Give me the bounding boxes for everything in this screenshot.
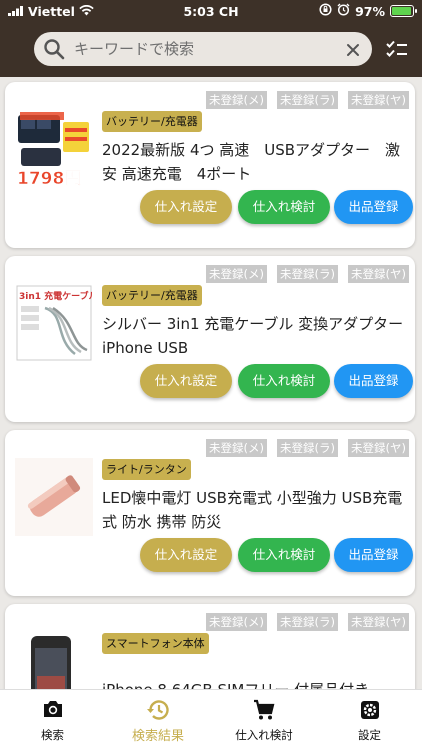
- listing-register-button[interactable]: 出品登録: [334, 364, 413, 398]
- badge-mercari: 未登録(メ): [206, 613, 268, 631]
- badge-yahoo: 未登録(ヤ): [348, 439, 409, 457]
- product-list: 未登録(メ) 未登録(ラ) 未登録(ヤ) 1798円 バッテリー/充電器 202…: [0, 77, 422, 689]
- purchase-setting-button[interactable]: 仕入れ設定: [140, 538, 232, 572]
- cart-icon: [253, 699, 275, 725]
- camera-icon: [42, 699, 64, 723]
- tab-label: 検索: [41, 728, 64, 742]
- settings-icon: [359, 699, 381, 725]
- price-tag: 1798円: [17, 169, 81, 188]
- category-tag: スマートフォン本体: [102, 633, 209, 654]
- thumb-caption: 3in1 充電ケーブル: [19, 290, 93, 302]
- tab-label: 設定: [358, 728, 381, 742]
- search-input[interactable]: [74, 32, 336, 66]
- bottom-tab-bar: 検索 検索結果 仕入れ検討 設定: [0, 689, 422, 750]
- search-icon[interactable]: [43, 38, 65, 64]
- product-title[interactable]: シルバー 3in1 充電ケーブル 変換アダプター iPhone USB: [102, 312, 414, 360]
- alarm-icon: [337, 3, 350, 19]
- battery-percent: 97%: [355, 3, 385, 19]
- marketplace-badges: 未登録(メ) 未登録(ラ) 未登録(ヤ): [206, 439, 409, 457]
- history-icon: [146, 699, 170, 725]
- badge-mercari: 未登録(メ): [206, 439, 268, 457]
- tab-settings[interactable]: 設定: [317, 690, 422, 750]
- badge-mercari: 未登録(メ): [206, 265, 268, 283]
- marketplace-badges: 未登録(メ) 未登録(ラ) 未登録(ヤ): [206, 265, 409, 283]
- product-card[interactable]: 未登録(メ) 未登録(ラ) 未登録(ヤ) 3in1 充電ケーブル バッテリー/充…: [5, 256, 415, 422]
- tab-purchase-review[interactable]: 仕入れ検討: [211, 690, 317, 750]
- clear-icon[interactable]: [346, 42, 360, 61]
- product-card[interactable]: 未登録(メ) 未登録(ラ) 未登録(ヤ) 1798円 バッテリー/充電器 202…: [5, 82, 415, 248]
- purchase-review-button[interactable]: 仕入れ検討: [238, 538, 330, 572]
- product-title[interactable]: 2022最新版 4つ 高速 USBアダプター 激安 高速充電 4ポート: [102, 138, 414, 186]
- header: [0, 22, 422, 77]
- product-card[interactable]: 未登録(メ) 未登録(ラ) 未登録(ヤ) スマートフォン本体 iPhone 8 …: [5, 604, 415, 689]
- badge-rakuma: 未登録(ラ): [277, 613, 339, 631]
- product-title[interactable]: iPhone 8 64GB SIMフリー 付属品付き: [102, 678, 414, 689]
- badge-yahoo: 未登録(ヤ): [348, 91, 409, 109]
- purchase-setting-button[interactable]: 仕入れ設定: [140, 364, 232, 398]
- checklist-icon[interactable]: [386, 40, 408, 62]
- listing-register-button[interactable]: 出品登録: [334, 538, 413, 572]
- status-bar: Viettel 5:03 CH 97%: [0, 0, 422, 22]
- badge-rakuma: 未登録(ラ): [277, 91, 339, 109]
- product-image[interactable]: [15, 458, 93, 536]
- category-tag: バッテリー/充電器: [102, 111, 202, 132]
- battery-fill: [392, 7, 412, 15]
- badge-yahoo: 未登録(ヤ): [348, 613, 409, 631]
- badge-rakuma: 未登録(ラ): [277, 439, 339, 457]
- badge-rakuma: 未登録(ラ): [277, 265, 339, 283]
- tab-search-results[interactable]: 検索結果: [105, 690, 211, 750]
- tab-label: 検索結果: [131, 729, 184, 744]
- category-tag: ライト/ランタン: [102, 459, 191, 480]
- purchase-review-button[interactable]: 仕入れ検討: [238, 364, 330, 398]
- tab-search[interactable]: 検索: [0, 690, 105, 750]
- product-image[interactable]: 3in1 充電ケーブル: [15, 284, 98, 362]
- badge-mercari: 未登録(メ): [206, 91, 268, 109]
- marketplace-badges: 未登録(メ) 未登録(ラ) 未登録(ヤ): [206, 91, 409, 109]
- listing-register-button[interactable]: 出品登録: [334, 190, 413, 224]
- marketplace-badges: 未登録(メ) 未登録(ラ) 未登録(ヤ): [206, 613, 409, 631]
- purchase-review-button[interactable]: 仕入れ検討: [238, 190, 330, 224]
- search-bar: [34, 32, 372, 66]
- purchase-setting-button[interactable]: 仕入れ設定: [140, 190, 232, 224]
- category-tag: バッテリー/充電器: [102, 285, 202, 306]
- product-card[interactable]: 未登録(メ) 未登録(ラ) 未登録(ヤ) ライト/ランタン LED懐中電灯 US…: [5, 430, 415, 596]
- product-title[interactable]: LED懐中電灯 USB充電式 小型強力 USB充電式 防水 携帯 防災: [102, 486, 414, 534]
- badge-yahoo: 未登録(ヤ): [348, 265, 409, 283]
- product-image[interactable]: [15, 632, 93, 689]
- battery-icon: [390, 5, 417, 17]
- tab-label: 仕入れ検討: [235, 728, 293, 742]
- product-image[interactable]: 1798円: [15, 110, 93, 189]
- rotation-lock-icon: [319, 3, 332, 19]
